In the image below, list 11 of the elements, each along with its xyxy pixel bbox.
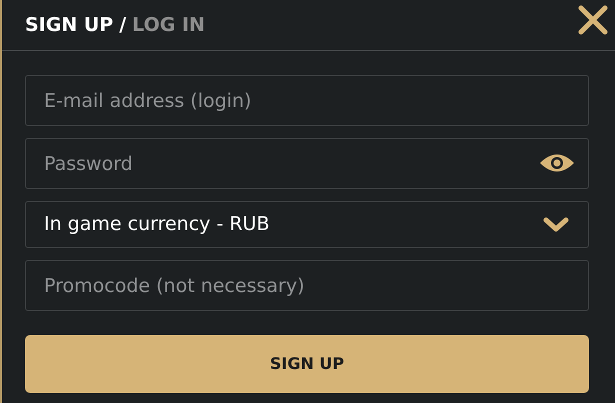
currency-select[interactable]: In game currency - RUB <box>25 201 589 248</box>
sign-up-button[interactable]: SIGN UP <box>25 335 589 393</box>
tab[interactable]: LOG IN <box>132 10 205 40</box>
tab-separator: / <box>119 12 126 38</box>
close-icon <box>577 4 609 36</box>
chevron-down-icon <box>542 216 570 234</box>
password-field[interactable]: Password <box>25 138 589 189</box>
tab[interactable]: SIGN UP <box>25 10 114 40</box>
input-field[interactable]: E-mail address (login) <box>25 75 589 126</box>
input-field[interactable]: Promocode (not necessary) <box>25 260 589 311</box>
eye-icon[interactable] <box>539 152 575 174</box>
